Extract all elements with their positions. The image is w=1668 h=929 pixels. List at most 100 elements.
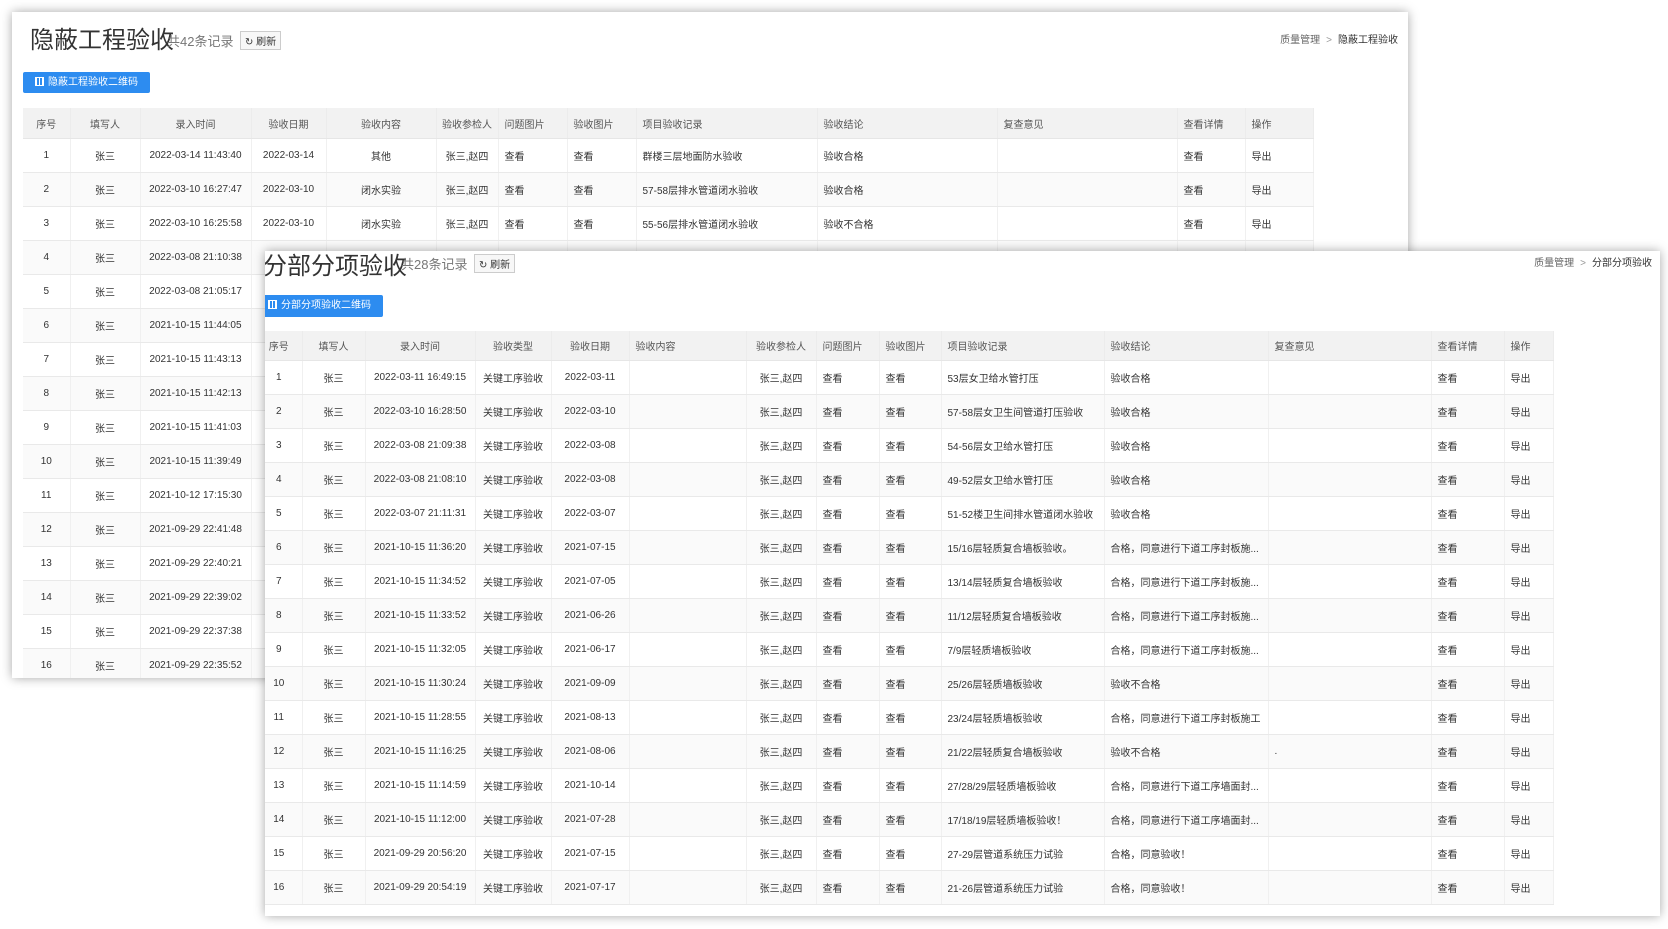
- column-header: 项目验收记录: [636, 108, 818, 139]
- cell-action[interactable]: 导出: [1504, 870, 1554, 905]
- cell-action[interactable]: 导出: [1245, 172, 1314, 207]
- cell-accept-img[interactable]: 查看: [567, 172, 637, 207]
- cell-issue-img[interactable]: 查看: [816, 598, 880, 633]
- cell-accept-img[interactable]: 查看: [879, 394, 942, 429]
- cell-accept-img[interactable]: 查看: [879, 598, 942, 633]
- refresh-button[interactable]: ↻ 刷新: [240, 31, 282, 50]
- cell-detail[interactable]: 查看: [1431, 632, 1505, 667]
- cell-no: 9: [23, 410, 71, 445]
- cell-detail[interactable]: 查看: [1431, 870, 1505, 905]
- cell-issue-img[interactable]: 查看: [816, 836, 880, 871]
- cell-action[interactable]: 导出: [1504, 836, 1554, 871]
- cell-accept-img[interactable]: 查看: [879, 496, 942, 531]
- cell-accept-img[interactable]: 查看: [879, 802, 942, 837]
- cell-people: 张三,赵四: [746, 666, 817, 701]
- cell-issue-img[interactable]: 查看: [498, 206, 568, 241]
- cell-action[interactable]: 导出: [1504, 564, 1554, 599]
- cell-issue-img[interactable]: 查看: [816, 768, 880, 803]
- cell-no: 2: [23, 172, 71, 207]
- breadcrumb-parent[interactable]: 质量管理: [1280, 35, 1320, 46]
- cell-issue-img[interactable]: 查看: [816, 428, 880, 463]
- cell-issue-img[interactable]: 查看: [816, 632, 880, 667]
- cell-detail[interactable]: 查看: [1177, 138, 1246, 173]
- cell-issue-img[interactable]: 查看: [816, 870, 880, 905]
- cell-action[interactable]: 导出: [1504, 428, 1554, 463]
- cell-action[interactable]: 导出: [1504, 598, 1554, 633]
- cell-detail[interactable]: 查看: [1431, 564, 1505, 599]
- cell-date: 2022-03-10: [251, 206, 327, 241]
- cell-review: [1268, 768, 1432, 803]
- cell-issue-img[interactable]: 查看: [816, 462, 880, 497]
- cell-people: 张三,赵四: [746, 428, 817, 463]
- cell-action[interactable]: 导出: [1504, 530, 1554, 565]
- cell-accept-img[interactable]: 查看: [879, 836, 942, 871]
- cell-type: 关键工序验收: [475, 462, 552, 497]
- qrcode-icon: [268, 300, 277, 309]
- cell-accept-img[interactable]: 查看: [879, 666, 942, 701]
- cell-no: 11: [265, 700, 303, 735]
- cell-entry-time: 2021-09-29 22:39:02: [140, 580, 252, 615]
- cell-accept-img[interactable]: 查看: [567, 138, 637, 173]
- cell-action[interactable]: 导出: [1245, 206, 1314, 241]
- cell-action[interactable]: 导出: [1504, 394, 1554, 429]
- cell-issue-img[interactable]: 查看: [816, 734, 880, 769]
- refresh-button[interactable]: ↻ 刷新: [474, 254, 516, 273]
- cell-detail[interactable]: 查看: [1431, 462, 1505, 497]
- cell-detail[interactable]: 查看: [1177, 206, 1246, 241]
- cell-issue-img[interactable]: 查看: [816, 700, 880, 735]
- cell-detail[interactable]: 查看: [1431, 428, 1505, 463]
- cell-action[interactable]: 导出: [1504, 734, 1554, 769]
- cell-issue-img[interactable]: 查看: [816, 530, 880, 565]
- qr-code-button[interactable]: 隐蔽工程验收二维码: [23, 72, 150, 93]
- cell-detail[interactable]: 查看: [1431, 768, 1505, 803]
- cell-issue-img[interactable]: 查看: [498, 172, 568, 207]
- qr-button-label: 隐蔽工程验收二维码: [48, 77, 138, 88]
- cell-accept-img[interactable]: 查看: [879, 700, 942, 735]
- cell-issue-img[interactable]: 查看: [816, 394, 880, 429]
- cell-accept-img[interactable]: 查看: [879, 564, 942, 599]
- cell-accept-img[interactable]: 查看: [879, 768, 942, 803]
- cell-detail[interactable]: 查看: [1431, 666, 1505, 701]
- cell-action[interactable]: 导出: [1504, 768, 1554, 803]
- cell-issue-img[interactable]: 查看: [816, 802, 880, 837]
- cell-issue-img[interactable]: 查看: [498, 138, 568, 173]
- cell-content: 闭水实验: [326, 206, 437, 241]
- cell-issue-img[interactable]: 查看: [816, 360, 880, 395]
- qr-code-button[interactable]: 分部分项验收二维码: [265, 295, 383, 317]
- cell-detail[interactable]: 查看: [1431, 598, 1505, 633]
- cell-content: [629, 734, 747, 769]
- cell-accept-img[interactable]: 查看: [879, 870, 942, 905]
- cell-issue-img[interactable]: 查看: [816, 564, 880, 599]
- cell-action[interactable]: 导出: [1245, 138, 1314, 173]
- cell-accept-img[interactable]: 查看: [879, 734, 942, 769]
- cell-action[interactable]: 导出: [1504, 666, 1554, 701]
- cell-detail[interactable]: 查看: [1431, 802, 1505, 837]
- cell-action[interactable]: 导出: [1504, 360, 1554, 395]
- cell-action[interactable]: 导出: [1504, 462, 1554, 497]
- cell-detail[interactable]: 查看: [1431, 360, 1505, 395]
- cell-accept-img[interactable]: 查看: [879, 462, 942, 497]
- cell-detail[interactable]: 查看: [1431, 496, 1505, 531]
- cell-detail[interactable]: 查看: [1177, 172, 1246, 207]
- cell-detail[interactable]: 查看: [1431, 836, 1505, 871]
- cell-detail[interactable]: 查看: [1431, 530, 1505, 565]
- cell-detail[interactable]: 查看: [1431, 394, 1505, 429]
- cell-issue-img[interactable]: 查看: [816, 666, 880, 701]
- cell-accept-img[interactable]: 查看: [879, 360, 942, 395]
- cell-accept-img[interactable]: 查看: [879, 632, 942, 667]
- cell-action[interactable]: 导出: [1504, 632, 1554, 667]
- cell-people: 张三,赵四: [746, 394, 817, 429]
- cell-detail[interactable]: 查看: [1431, 700, 1505, 735]
- cell-accept-img[interactable]: 查看: [567, 206, 637, 241]
- cell-accept-img[interactable]: 查看: [879, 530, 942, 565]
- cell-review: [1268, 666, 1432, 701]
- cell-action[interactable]: 导出: [1504, 496, 1554, 531]
- cell-accept-img[interactable]: 查看: [879, 428, 942, 463]
- breadcrumb-parent[interactable]: 质量管理: [1534, 258, 1574, 269]
- cell-action[interactable]: 导出: [1504, 802, 1554, 837]
- qrcode-icon: [35, 77, 44, 86]
- cell-issue-img[interactable]: 查看: [816, 496, 880, 531]
- cell-action[interactable]: 导出: [1504, 700, 1554, 735]
- cell-no: 16: [23, 648, 71, 678]
- cell-detail[interactable]: 查看: [1431, 734, 1505, 769]
